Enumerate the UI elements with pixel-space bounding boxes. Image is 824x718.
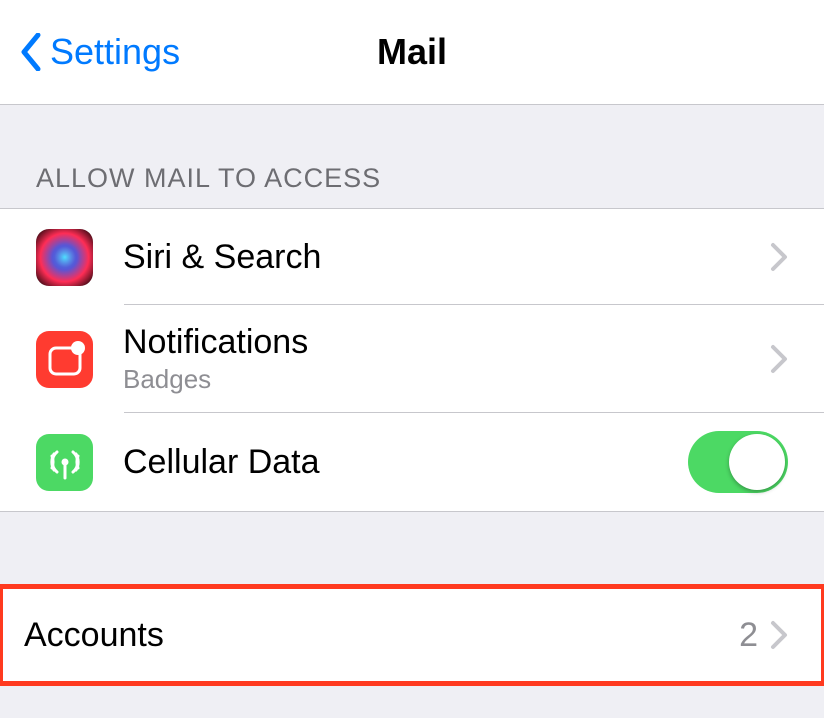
cellular-data-icon xyxy=(36,434,93,491)
accounts-label: Accounts xyxy=(24,616,739,655)
notifications-row[interactable]: Notifications Badges xyxy=(0,305,824,413)
cellular-data-toggle[interactable] xyxy=(688,431,788,493)
section-header-allow-access: ALLOW MAIL TO ACCESS xyxy=(0,105,824,208)
accounts-list: Accounts 2 xyxy=(0,586,824,684)
notifications-label: Notifications xyxy=(123,323,770,362)
siri-search-row[interactable]: Siri & Search xyxy=(0,209,824,305)
accounts-row[interactable]: Accounts 2 xyxy=(0,587,824,683)
page-title: Mail xyxy=(377,31,447,73)
notifications-icon xyxy=(36,331,93,388)
siri-icon xyxy=(36,229,93,286)
cellular-data-label: Cellular Data xyxy=(123,443,688,482)
cellular-data-row: Cellular Data xyxy=(0,413,824,511)
chevron-left-icon xyxy=(20,33,42,71)
chevron-right-icon xyxy=(770,620,788,650)
navigation-bar: Settings Mail xyxy=(0,0,824,105)
chevron-right-icon xyxy=(770,242,788,272)
chevron-right-icon xyxy=(770,344,788,374)
accounts-count: 2 xyxy=(739,616,758,655)
siri-search-label: Siri & Search xyxy=(123,238,770,277)
notifications-sublabel: Badges xyxy=(123,364,770,395)
back-label: Settings xyxy=(50,31,180,73)
back-button[interactable]: Settings xyxy=(20,31,180,73)
allow-access-list: Siri & Search Notifications Badges xyxy=(0,208,824,512)
